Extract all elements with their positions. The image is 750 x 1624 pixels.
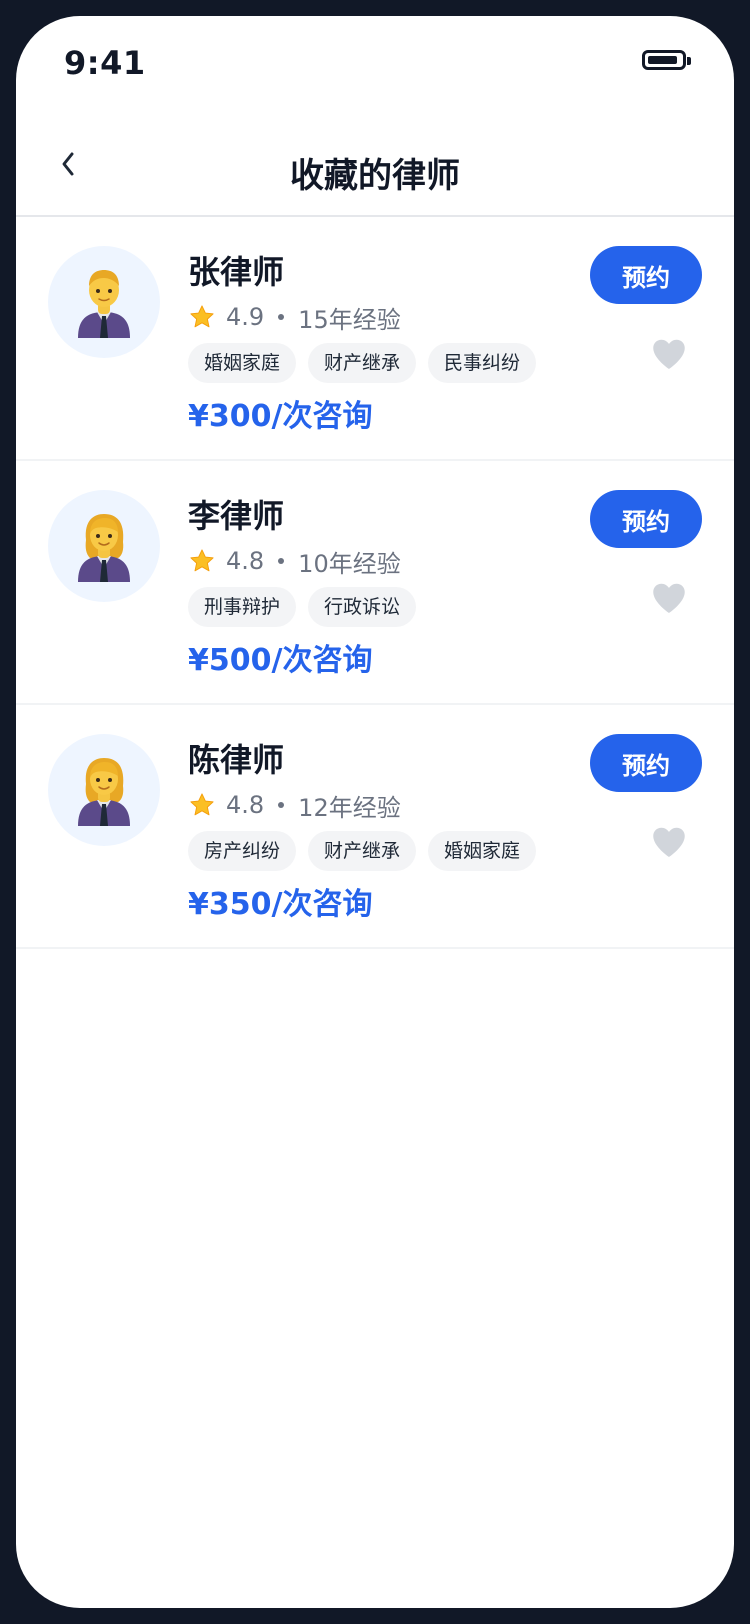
experience-years: 12年经验 bbox=[298, 793, 401, 822]
lawyer-meta: 4.8 10年经验 bbox=[188, 545, 401, 578]
lawyer-name: 陈律师 bbox=[188, 741, 285, 779]
book-button[interactable]: 预约 bbox=[590, 246, 702, 304]
navigation-bar: 收藏的律师 bbox=[16, 112, 734, 217]
lawyer-avatar bbox=[48, 490, 160, 602]
practice-tag: 房产纠纷 bbox=[188, 831, 297, 871]
practice-tag: 财产继承 bbox=[308, 831, 417, 871]
practice-tag: 民事纠纷 bbox=[428, 343, 537, 383]
consultation-price: ¥500/次咨询 bbox=[188, 643, 373, 678]
lawyer-meta: 4.9 15年经验 bbox=[188, 301, 401, 334]
experience-years: 15年经验 bbox=[298, 305, 401, 334]
experience-years: 10年经验 bbox=[298, 549, 401, 578]
practice-tag: 行政诉讼 bbox=[308, 587, 417, 627]
practice-tag: 婚姻家庭 bbox=[188, 343, 297, 383]
star-icon bbox=[188, 547, 216, 575]
status-bar: 9:41 bbox=[16, 16, 734, 112]
consultation-price: ¥300/次咨询 bbox=[188, 399, 373, 434]
practice-tags: 婚姻家庭 财产继承 民事纠纷 bbox=[188, 343, 537, 383]
rating-value: 4.8 bbox=[226, 547, 265, 575]
heart-icon bbox=[653, 583, 685, 613]
separator-dot bbox=[278, 802, 285, 808]
battery-level bbox=[648, 56, 677, 64]
favorite-button[interactable] bbox=[649, 578, 689, 618]
star-icon bbox=[188, 791, 216, 819]
man-office-worker-icon bbox=[78, 270, 130, 338]
lawyer-name: 李律师 bbox=[188, 497, 285, 535]
practice-tag: 财产继承 bbox=[308, 343, 417, 383]
lawyer-card[interactable]: 张律师 4.9 15年经验 婚姻家庭 财产继承 民事纠纷 ¥300/次咨询 预约 bbox=[16, 217, 734, 461]
book-button[interactable]: 预约 bbox=[590, 490, 702, 548]
lawyer-list: 张律师 4.9 15年经验 婚姻家庭 财产继承 民事纠纷 ¥300/次咨询 预约 bbox=[16, 217, 734, 949]
woman-office-worker-icon bbox=[78, 514, 130, 582]
book-button[interactable]: 预约 bbox=[590, 734, 702, 792]
rating-value: 4.9 bbox=[226, 303, 265, 331]
practice-tag: 刑事辩护 bbox=[188, 587, 297, 627]
separator-dot bbox=[278, 314, 285, 320]
rating-value: 4.8 bbox=[226, 791, 265, 819]
lawyer-card[interactable]: 李律师 4.8 10年经验 刑事辩护 行政诉讼 ¥500/次咨询 预约 bbox=[16, 461, 734, 705]
heart-icon bbox=[653, 827, 685, 857]
practice-tag: 婚姻家庭 bbox=[428, 831, 537, 871]
lawyer-avatar bbox=[48, 246, 160, 358]
separator-dot bbox=[278, 558, 285, 564]
lawyer-name: 张律师 bbox=[188, 253, 285, 291]
woman-office-worker-icon bbox=[78, 758, 130, 826]
star-icon bbox=[188, 303, 216, 331]
heart-icon bbox=[653, 339, 685, 369]
practice-tags: 刑事辩护 行政诉讼 bbox=[188, 587, 417, 627]
practice-tags: 房产纠纷 财产继承 婚姻家庭 bbox=[188, 831, 537, 871]
lawyer-card[interactable]: 陈律师 4.8 12年经验 房产纠纷 财产继承 婚姻家庭 ¥350/次咨询 预约 bbox=[16, 705, 734, 949]
lawyer-meta: 4.8 12年经验 bbox=[188, 789, 401, 822]
battery-icon bbox=[642, 50, 691, 70]
favorite-button[interactable] bbox=[649, 334, 689, 374]
lawyer-avatar bbox=[48, 734, 160, 846]
status-time: 9:41 bbox=[64, 44, 146, 82]
consultation-price: ¥350/次咨询 bbox=[188, 887, 373, 922]
favorite-button[interactable] bbox=[649, 822, 689, 862]
page-title: 收藏的律师 bbox=[290, 156, 460, 196]
phone-screen: 9:41 收藏的律师 张律师 4.9 15年经验 婚姻家庭 财产继承 民事纠纷 … bbox=[16, 16, 734, 1608]
